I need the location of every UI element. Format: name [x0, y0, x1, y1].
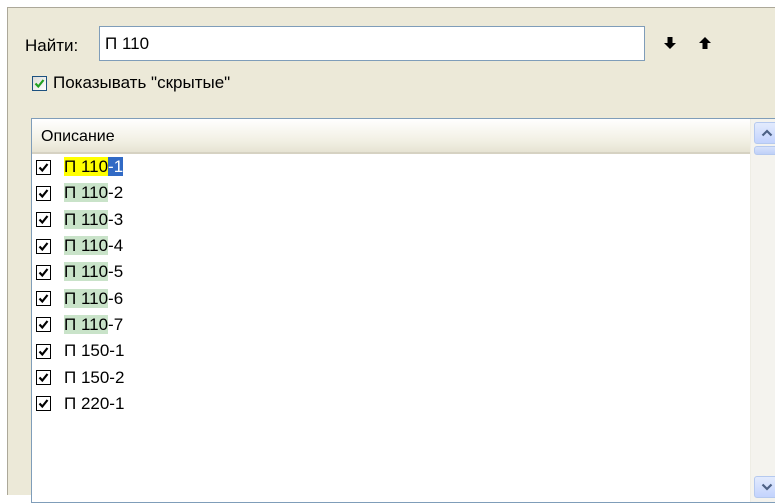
row-text-suffix: П 150-2	[64, 367, 125, 387]
check-icon	[38, 241, 49, 251]
row-checkbox[interactable]	[36, 264, 51, 280]
row-text: П 220-1	[64, 394, 124, 414]
list-item[interactable]: П 110-1	[32, 154, 750, 180]
list-item[interactable]: П 110-6	[32, 285, 750, 311]
row-text-suffix: -5	[108, 262, 124, 282]
row-checkbox[interactable]	[36, 185, 51, 201]
scroll-thumb[interactable]	[754, 146, 775, 155]
check-icon	[38, 347, 49, 356]
row-text: П 110-4	[64, 236, 123, 256]
description-list: Описание П 110-1 П 110-2 П 110-3 П 110-4…	[31, 118, 775, 503]
row-text-suffix: -7	[108, 314, 124, 334]
row-checkbox[interactable]	[36, 291, 51, 307]
row-text: П 110-2	[64, 183, 123, 203]
row-text-suffix: -1	[108, 157, 124, 177]
row-text-suffix: -3	[108, 209, 124, 229]
chevron-down-icon	[761, 483, 772, 491]
search-match: П 110	[64, 236, 109, 256]
list-item[interactable]: П 110-4	[32, 233, 750, 259]
row-text: П 150-2	[64, 368, 124, 388]
vertical-scrollbar[interactable]	[750, 119, 775, 502]
search-match: П 110	[64, 288, 109, 308]
row-text-suffix: П 150-1	[64, 341, 125, 361]
row-text: П 110-7	[64, 314, 124, 335]
row-text-suffix: -4	[108, 236, 124, 256]
check-icon	[38, 373, 49, 383]
show-hidden-checkmark[interactable]	[32, 75, 47, 91]
column-header-label: Описание	[41, 128, 115, 145]
list-item[interactable]: П 110-3	[32, 207, 750, 233]
arrow-down-icon	[664, 37, 676, 49]
list-item[interactable]: П 220-1	[32, 391, 750, 417]
check-icon	[38, 215, 49, 225]
check-icon	[38, 268, 49, 278]
find-previous-button[interactable]	[692, 30, 718, 56]
show-hidden-label: Показывать "скрытые"	[53, 73, 231, 92]
row-text-suffix: -2	[108, 183, 124, 203]
search-match: П 110	[64, 209, 109, 229]
search-match: П 110	[64, 183, 109, 203]
arrow-up-icon	[699, 37, 711, 49]
row-checkbox[interactable]	[36, 159, 51, 175]
column-header-description[interactable]: Описание	[32, 119, 750, 154]
row-checkbox[interactable]	[36, 396, 51, 412]
show-hidden-checkbox[interactable]: Показывать "скрытые"	[32, 72, 230, 94]
row-text: П 110-6	[64, 288, 124, 309]
check-icon	[38, 399, 49, 409]
search-label: Найти:	[25, 36, 79, 55]
row-text-suffix: П 220-1	[64, 393, 125, 413]
check-icon	[38, 320, 49, 330]
chevron-up-icon	[761, 129, 772, 137]
list-item[interactable]: П 110-2	[32, 180, 750, 206]
row-text: П 150-1	[64, 341, 124, 361]
row-text: П 110-3	[64, 209, 124, 230]
search-match-current: П 110	[64, 157, 109, 177]
green-check-icon	[34, 78, 45, 88]
check-icon	[38, 162, 49, 172]
list-item[interactable]: П 110-7	[32, 312, 750, 338]
list-item[interactable]: П 110-5	[32, 259, 750, 285]
search-panel: Найти: Показывать "скрытые" Описание	[7, 7, 775, 503]
list-item[interactable]: П 150-1	[32, 338, 750, 364]
search-match: П 110	[64, 262, 109, 282]
search-match: П 110	[64, 314, 109, 334]
list-item[interactable]: П 150-2	[32, 364, 750, 390]
row-checkbox[interactable]	[36, 317, 51, 333]
scroll-up-button[interactable]	[754, 122, 775, 144]
row-checkbox[interactable]	[36, 238, 51, 254]
row-text: П 110-1	[64, 157, 124, 177]
check-icon	[38, 189, 49, 199]
row-checkbox[interactable]	[36, 343, 51, 359]
find-next-button[interactable]	[657, 30, 683, 56]
row-checkbox[interactable]	[36, 370, 51, 386]
row-text: П 110-5	[64, 262, 123, 282]
search-input[interactable]	[99, 26, 645, 61]
row-checkbox[interactable]	[36, 212, 51, 228]
check-icon	[38, 294, 49, 304]
row-text-suffix: -6	[108, 288, 124, 308]
